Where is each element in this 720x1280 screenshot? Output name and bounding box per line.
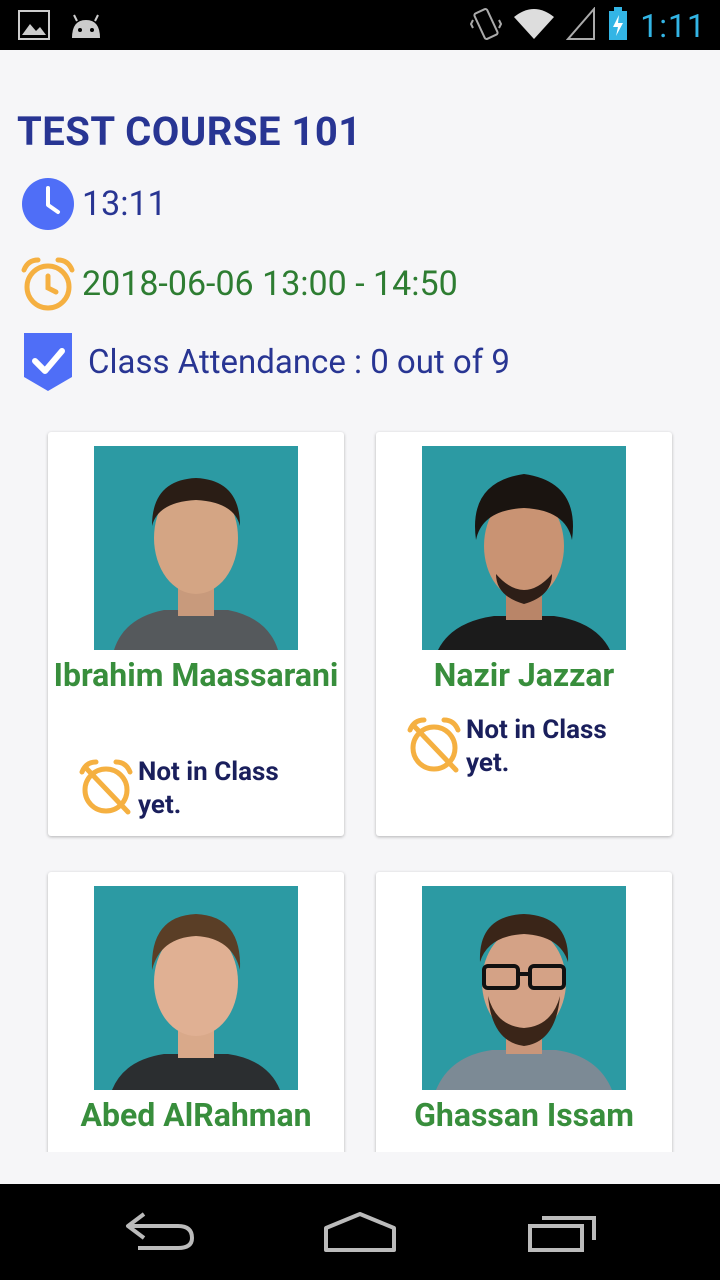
student-card[interactable]: Ibrahim Maassarani Not in Class yet. [48, 432, 344, 836]
vibrate-icon [470, 6, 503, 46]
status-bar: 1:11 [0, 0, 720, 50]
attendance-row: Class Attendance : 0 out of 9 [20, 333, 510, 391]
student-name: Abed AlRahman [80, 1096, 312, 1134]
clock-icon [20, 176, 76, 232]
course-detail-content[interactable]: TEST COURSE 101 13:11 2018-06-06 13:00 -… [0, 50, 720, 1152]
check-shield-icon [20, 333, 76, 391]
student-photo [94, 886, 298, 1090]
schedule-row: 2018-06-06 13:00 - 14:50 [20, 256, 458, 312]
attendance-status-text: Not in Class yet. [138, 757, 279, 820]
alarm-clock-icon [20, 256, 76, 312]
current-time: 13:11 [82, 184, 167, 224]
student-grid: Ibrahim Maassarani Not in Class yet. Naz… [48, 432, 674, 1152]
alarm-off-icon [406, 716, 462, 778]
student-card[interactable]: Ghassan Issam [376, 872, 672, 1152]
wifi-icon [514, 7, 555, 45]
student-photo [422, 446, 626, 650]
android-icon [68, 10, 104, 44]
student-card[interactable]: Nazir Jazzar Not in Class yet. [376, 432, 672, 836]
attendance-status: Not in Class yet. [78, 757, 298, 822]
current-time-row: 13:11 [20, 176, 167, 232]
class-schedule: 2018-06-06 13:00 - 14:50 [82, 264, 458, 304]
student-photo [94, 446, 298, 650]
student-card[interactable]: Abed AlRahman [48, 872, 344, 1152]
attendance-status: Not in Class yet. [406, 715, 626, 780]
battery-charging-icon [608, 7, 628, 45]
navigation-bar [0, 1184, 720, 1280]
alarm-off-icon [78, 758, 134, 820]
back-icon[interactable] [122, 1210, 202, 1254]
course-title: TEST COURSE 101 [17, 108, 362, 155]
home-icon[interactable] [320, 1210, 400, 1254]
student-name: Nazir Jazzar [433, 656, 615, 694]
attendance-summary: Class Attendance : 0 out of 9 [88, 342, 510, 382]
student-name: Ibrahim Maassarani [53, 656, 339, 694]
signal-icon [566, 6, 596, 45]
image-icon [18, 10, 50, 44]
attendance-status-text: Not in Class yet. [466, 715, 607, 778]
status-time: 1:11 [640, 7, 706, 45]
student-photo [422, 886, 626, 1090]
recent-apps-icon[interactable] [522, 1210, 602, 1254]
student-name: Ghassan Issam [414, 1096, 634, 1134]
